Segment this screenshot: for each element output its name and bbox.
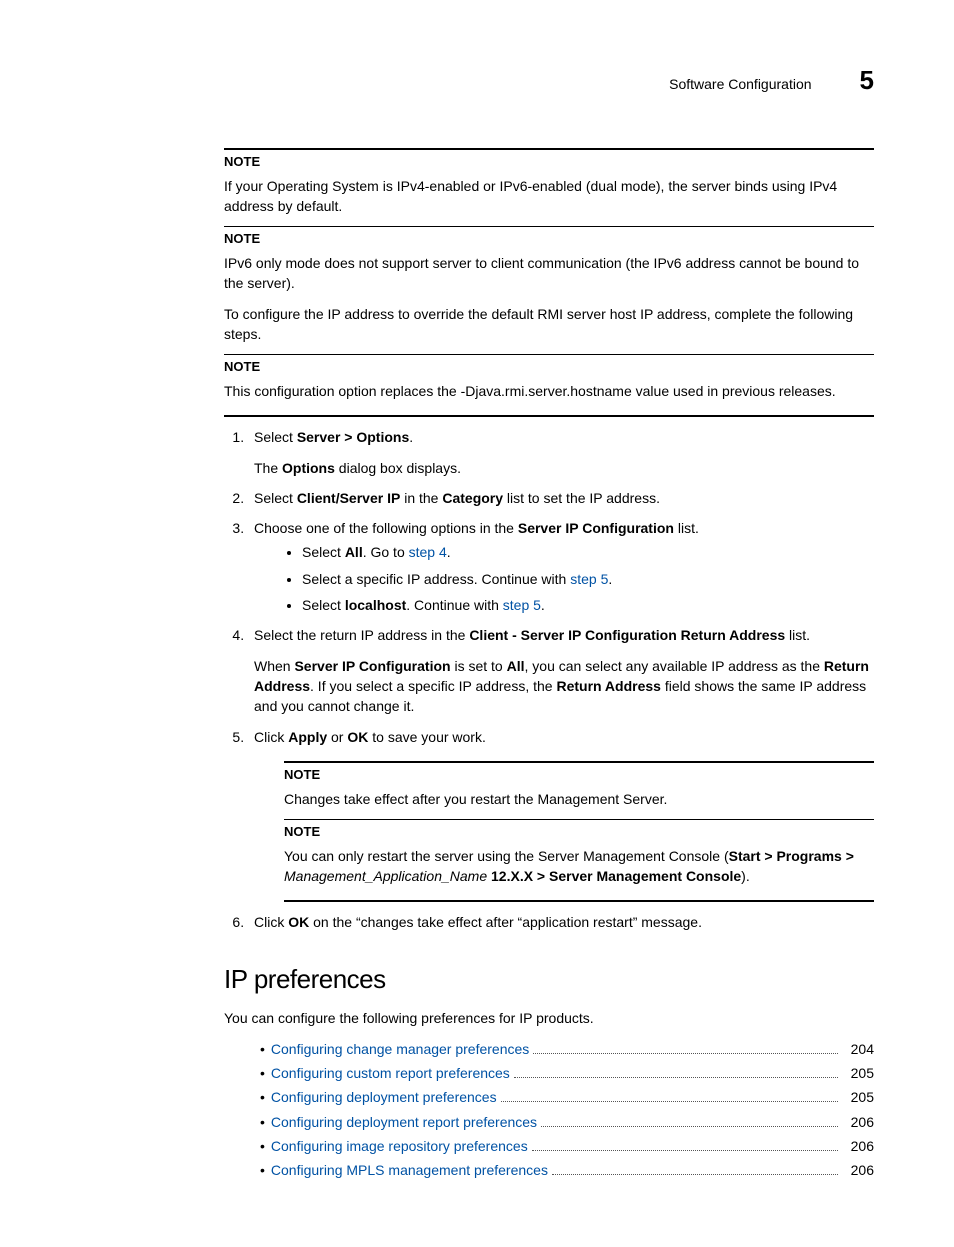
- step-item: Click OK on the “changes take effect aft…: [248, 912, 874, 932]
- leader-dots: [533, 1040, 838, 1054]
- divider: [284, 900, 874, 902]
- page-header: Software Configuration 5: [224, 62, 874, 100]
- toc-page-number: 206: [844, 1160, 874, 1180]
- intro-paragraph: To configure the IP address to override …: [224, 304, 874, 345]
- bullet-icon: [260, 1160, 271, 1180]
- link-step4[interactable]: step 4: [409, 544, 447, 560]
- link-step5[interactable]: step 5: [503, 597, 541, 613]
- note-text: Changes take effect after you restart th…: [284, 789, 874, 809]
- section-intro: You can configure the following preferen…: [224, 1008, 874, 1028]
- toc-link[interactable]: Configuring MPLS management preferences: [271, 1160, 548, 1180]
- leader-dots: [532, 1137, 838, 1151]
- note-text: IPv6 only mode does not support server t…: [224, 253, 874, 294]
- leader-dots: [541, 1113, 838, 1127]
- step-item: Choose one of the following options in t…: [248, 518, 874, 615]
- header-section-title: Software Configuration: [669, 74, 811, 94]
- toc-page-number: 205: [844, 1087, 874, 1107]
- section-heading: IP preferences: [224, 961, 874, 999]
- step-text: Select the return IP address in the Clie…: [254, 627, 810, 643]
- link-step5[interactable]: step 5: [570, 571, 608, 587]
- toc-item: Configuring image repository preferences…: [260, 1136, 874, 1156]
- bullet-icon: [260, 1112, 271, 1132]
- step-text: Click OK on the “changes take effect aft…: [254, 914, 702, 930]
- step-text: Select Client/Server IP in the Category …: [254, 490, 660, 506]
- step-subtext: The Options dialog box displays.: [254, 458, 874, 478]
- bullet-icon: [260, 1087, 271, 1107]
- note-label: NOTE: [284, 823, 874, 842]
- note-text: If your Operating System is IPv4-enabled…: [224, 176, 874, 217]
- toc-page-number: 204: [844, 1039, 874, 1059]
- list-item: Select a specific IP address. Continue w…: [302, 569, 874, 589]
- bullet-icon: [260, 1063, 271, 1083]
- toc-page-number: 205: [844, 1063, 874, 1083]
- toc-page-number: 206: [844, 1136, 874, 1156]
- divider: [284, 761, 874, 763]
- toc-link[interactable]: Configuring change manager preferences: [271, 1039, 529, 1059]
- list-item: Select localhost. Continue with step 5.: [302, 595, 874, 615]
- step-item: Select Server > Options. The Options dia…: [248, 427, 874, 478]
- step-item: Click Apply or OK to save your work. NOT…: [248, 727, 874, 903]
- chapter-number: 5: [860, 62, 874, 100]
- toc-link[interactable]: Configuring custom report preferences: [271, 1063, 510, 1083]
- note-label: NOTE: [224, 230, 874, 249]
- toc-item: Configuring deployment report preference…: [260, 1112, 874, 1132]
- inner-note-block: NOTE Changes take effect after you resta…: [284, 761, 874, 903]
- note-label: NOTE: [224, 358, 874, 377]
- divider: [224, 354, 874, 355]
- toc-page-number: 206: [844, 1112, 874, 1132]
- step-text: Choose one of the following options in t…: [254, 520, 699, 536]
- divider: [284, 819, 874, 820]
- toc-item: Configuring MPLS management preferences 2…: [260, 1160, 874, 1180]
- step-text: Click Apply or OK to save your work.: [254, 729, 486, 745]
- toc-link[interactable]: Configuring deployment report preference…: [271, 1112, 537, 1132]
- toc-link[interactable]: Configuring deployment preferences: [271, 1087, 497, 1107]
- note-label: NOTE: [224, 153, 874, 172]
- note-label: NOTE: [284, 766, 874, 785]
- bullet-icon: [260, 1039, 271, 1059]
- toc-list: Configuring change manager preferences 20…: [224, 1039, 874, 1181]
- bullet-icon: [260, 1136, 271, 1156]
- toc-item: Configuring deployment preferences 205: [260, 1087, 874, 1107]
- leader-dots: [552, 1162, 838, 1176]
- note-text: You can only restart the server using th…: [284, 846, 874, 887]
- toc-item: Configuring change manager preferences 20…: [260, 1039, 874, 1059]
- document-page: Software Configuration 5 NOTE If your Op…: [0, 0, 954, 1247]
- step-text: Select Server > Options.: [254, 429, 413, 445]
- note-text: This configuration option replaces the -…: [224, 381, 874, 401]
- leader-dots: [501, 1089, 838, 1103]
- step-item: Select the return IP address in the Clie…: [248, 625, 874, 716]
- toc-item: Configuring custom report preferences 205: [260, 1063, 874, 1083]
- divider: [224, 148, 874, 150]
- ordered-steps: Select Server > Options. The Options dia…: [224, 427, 874, 932]
- step-subtext: When Server IP Configuration is set to A…: [254, 656, 874, 717]
- divider: [224, 415, 874, 417]
- leader-dots: [514, 1064, 838, 1078]
- list-item: Select All. Go to step 4.: [302, 542, 874, 562]
- step-item: Select Client/Server IP in the Category …: [248, 488, 874, 508]
- divider: [224, 226, 874, 227]
- toc-link[interactable]: Configuring image repository preferences: [271, 1136, 528, 1156]
- bullet-list: Select All. Go to step 4. Select a speci…: [254, 542, 874, 615]
